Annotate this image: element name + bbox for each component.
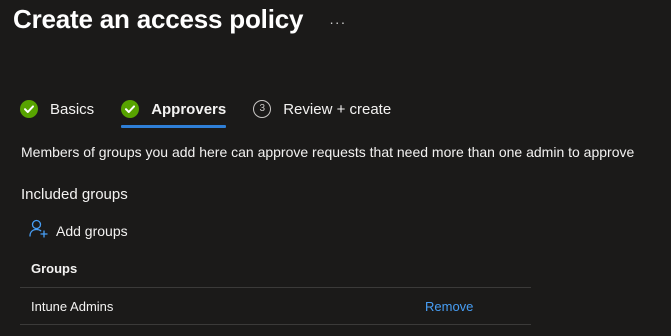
table-header-groups: Groups xyxy=(20,249,531,288)
step-number: 3 xyxy=(253,100,272,118)
add-groups-button[interactable]: Add groups xyxy=(29,219,128,243)
step-approvers[interactable]: Approvers xyxy=(121,97,227,128)
wizard-steps: Basics Approvers 3 Review + create xyxy=(20,97,391,128)
step-label: Review + create xyxy=(283,100,392,118)
step-label: Basics xyxy=(50,100,95,118)
more-options-button[interactable]: ··· xyxy=(329,14,346,30)
step-number-icon: 3 xyxy=(253,100,272,118)
check-circle-icon xyxy=(121,100,140,118)
remove-link[interactable]: Remove xyxy=(425,299,473,314)
table-row: Intune Admins Remove xyxy=(20,288,531,325)
page: Create an access policy ··· Basics Appro… xyxy=(0,0,671,336)
included-groups-label: Included groups xyxy=(21,186,128,203)
group-name: Intune Admins xyxy=(31,298,114,314)
check-circle-icon xyxy=(20,100,38,118)
add-person-icon xyxy=(29,219,48,243)
groups-table: Groups Intune Admins Remove xyxy=(20,249,531,325)
step-basics[interactable]: Basics xyxy=(20,97,94,127)
page-title: Create an access policy xyxy=(13,4,304,34)
description-text: Members of groups you add here can appro… xyxy=(21,144,635,160)
title-row: Create an access policy ··· xyxy=(13,4,346,35)
add-groups-label: Add groups xyxy=(56,223,128,239)
step-review-create[interactable]: 3 Review + create xyxy=(253,97,391,127)
step-label: Approvers xyxy=(151,100,227,118)
